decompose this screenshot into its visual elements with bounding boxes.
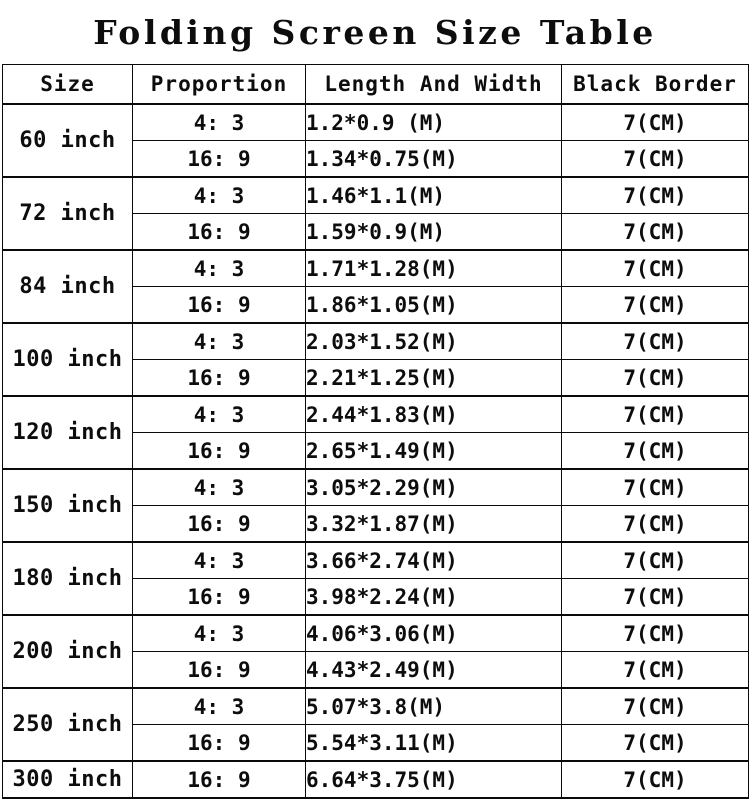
- cell-screen-size: 84 inch: [2, 249, 133, 324]
- table-header-row: Size Proportion Length And Width Black B…: [2, 64, 749, 105]
- cell-proportion: 16: 9: [132, 724, 306, 762]
- table-row: 300 inch 16: 9 6.64*3.75(M) 7(CM): [2, 760, 749, 799]
- table-row: 250 inch 4: 3 5.07*3.8(M) 7(CM): [2, 687, 749, 762]
- cell-screen-size: 200 inch: [2, 614, 133, 689]
- cell-proportion: 16: 9: [132, 432, 306, 470]
- cell-proportion: 4: 3: [132, 541, 306, 579]
- cell-black-border: 7(CM): [561, 213, 749, 251]
- table-row: 180 inch 4: 3 3.66*2.74(M) 7(CM): [2, 541, 749, 616]
- cell-black-border: 7(CM): [561, 359, 749, 397]
- table-row: 100 inch 4: 3 2.03*1.52(M) 7(CM): [2, 322, 749, 397]
- cell-black-border: 7(CM): [561, 140, 749, 178]
- cell-screen-size: 100 inch: [2, 322, 133, 397]
- cell-proportion: 4: 3: [132, 322, 306, 360]
- cell-black-border: 7(CM): [561, 103, 749, 141]
- column-header-black-border: Black Border: [561, 64, 749, 105]
- cell-proportion: 16: 9: [132, 651, 306, 689]
- table-row: 120 inch 4: 3 2.44*1.83(M) 7(CM): [2, 395, 749, 470]
- cell-proportion: 16: 9: [132, 140, 306, 178]
- cell-proportion: 4: 3: [132, 103, 306, 141]
- column-header-length-width: Length And Width: [305, 64, 562, 105]
- cell-length-and-width: 3.66*2.74(M): [305, 541, 562, 579]
- cell-black-border: 7(CM): [561, 578, 749, 616]
- cell-length-and-width: 3.98*2.24(M): [305, 578, 562, 616]
- cell-black-border: 7(CM): [561, 614, 749, 652]
- cell-proportion: 4: 3: [132, 614, 306, 652]
- cell-length-and-width: 3.32*1.87(M): [305, 505, 562, 543]
- cell-black-border: 7(CM): [561, 468, 749, 506]
- cell-length-and-width: 1.2*0.9 (M): [305, 103, 562, 141]
- table-row: 60 inch 4: 3 1.2*0.9 (M) 7(CM): [2, 103, 749, 178]
- cell-length-and-width: 1.86*1.05(M): [305, 286, 562, 324]
- cell-black-border: 7(CM): [561, 286, 749, 324]
- cell-length-and-width: 3.05*2.29(M): [305, 468, 562, 506]
- cell-length-and-width: 1.46*1.1(M): [305, 176, 562, 214]
- cell-length-and-width: 4.06*3.06(M): [305, 614, 562, 652]
- table-row: 72 inch 4: 3 1.46*1.1(M) 7(CM): [2, 176, 749, 251]
- cell-proportion: 4: 3: [132, 176, 306, 214]
- cell-length-and-width: 5.54*3.11(M): [305, 724, 562, 762]
- cell-length-and-width: 1.34*0.75(M): [305, 140, 562, 178]
- table-body: 60 inch 4: 3 1.2*0.9 (M) 7(CM) 16: 9 1.34*0.7…: [2, 103, 749, 799]
- size-table: Size Proportion Length And Width Black B…: [2, 64, 749, 799]
- cell-length-and-width: 1.59*0.9(M): [305, 213, 562, 251]
- cell-proportion: 4: 3: [132, 468, 306, 506]
- cell-black-border: 7(CM): [561, 176, 749, 214]
- cell-length-and-width: 6.64*3.75(M): [305, 760, 562, 799]
- cell-length-and-width: 2.44*1.83(M): [305, 395, 562, 433]
- cell-proportion: 4: 3: [132, 395, 306, 433]
- cell-screen-size: 120 inch: [2, 395, 133, 470]
- cell-black-border: 7(CM): [561, 322, 749, 360]
- cell-black-border: 7(CM): [561, 724, 749, 762]
- cell-proportion: 16: 9: [132, 505, 306, 543]
- cell-black-border: 7(CM): [561, 687, 749, 725]
- cell-screen-size: 180 inch: [2, 541, 133, 616]
- table-row: 84 inch 4: 3 1.71*1.28(M) 7(CM): [2, 249, 749, 324]
- cell-black-border: 7(CM): [561, 432, 749, 470]
- cell-screen-size: 150 inch: [2, 468, 133, 543]
- folding-screen-size-table-page: Folding Screen Size Table Size Proportio…: [0, 0, 750, 799]
- cell-proportion: 4: 3: [132, 249, 306, 287]
- cell-length-and-width: 4.43*2.49(M): [305, 651, 562, 689]
- cell-black-border: 7(CM): [561, 249, 749, 287]
- column-header-size: Size: [2, 64, 133, 105]
- cell-screen-size: 60 inch: [2, 103, 133, 178]
- column-header-proportion: Proportion: [132, 64, 306, 105]
- cell-proportion: 4: 3: [132, 687, 306, 725]
- cell-black-border: 7(CM): [561, 505, 749, 543]
- table-row: 200 inch 4: 3 4.06*3.06(M) 7(CM): [2, 614, 749, 689]
- cell-proportion: 16: 9: [132, 359, 306, 397]
- cell-length-and-width: 1.71*1.28(M): [305, 249, 562, 287]
- cell-black-border: 7(CM): [561, 760, 749, 799]
- cell-proportion: 16: 9: [132, 760, 306, 799]
- cell-screen-size: 72 inch: [2, 176, 133, 251]
- cell-black-border: 7(CM): [561, 395, 749, 433]
- table-row: 150 inch 4: 3 3.05*2.29(M) 7(CM): [2, 468, 749, 543]
- cell-length-and-width: 2.21*1.25(M): [305, 359, 562, 397]
- page-title-bar: Folding Screen Size Table: [0, 0, 750, 64]
- cell-black-border: 7(CM): [561, 541, 749, 579]
- cell-screen-size: 300 inch: [2, 760, 133, 799]
- cell-proportion: 16: 9: [132, 286, 306, 324]
- cell-length-and-width: 2.03*1.52(M): [305, 322, 562, 360]
- cell-black-border: 7(CM): [561, 651, 749, 689]
- page-title: Folding Screen Size Table: [93, 12, 657, 52]
- cell-screen-size: 250 inch: [2, 687, 133, 762]
- cell-proportion: 16: 9: [132, 213, 306, 251]
- cell-length-and-width: 5.07*3.8(M): [305, 687, 562, 725]
- cell-proportion: 16: 9: [132, 578, 306, 616]
- cell-length-and-width: 2.65*1.49(M): [305, 432, 562, 470]
